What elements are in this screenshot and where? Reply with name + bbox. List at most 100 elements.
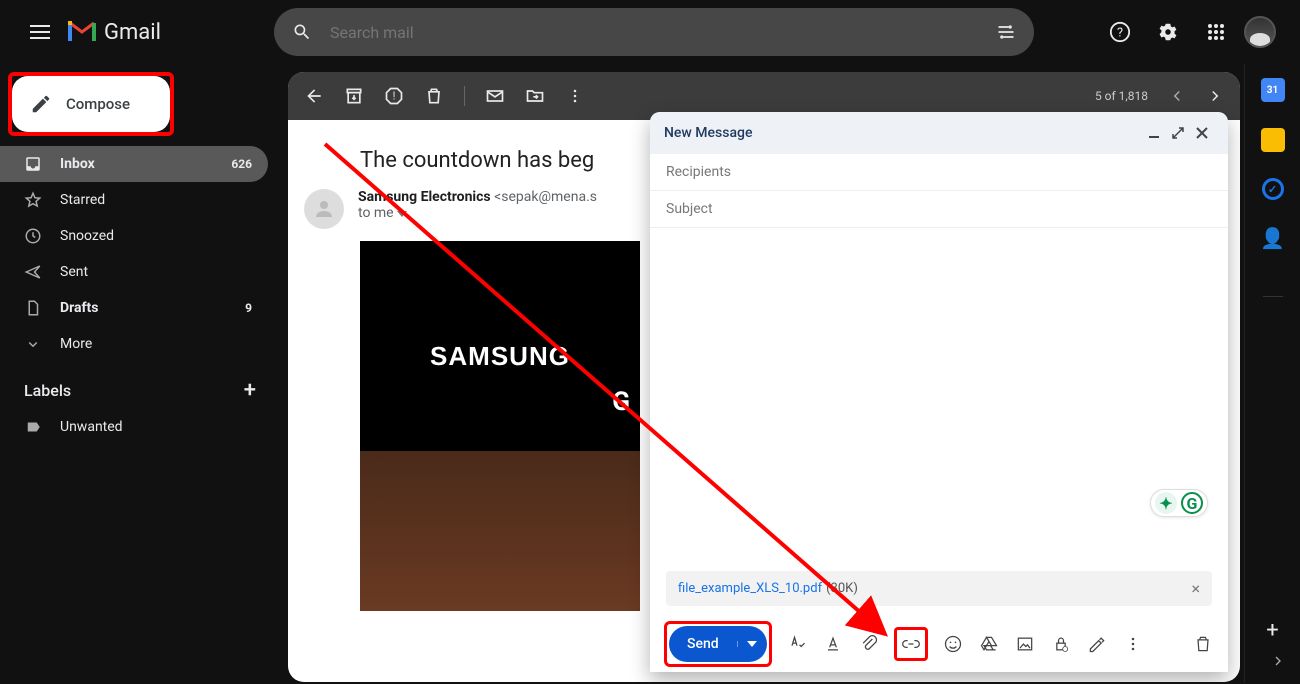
samsung-logo-text: SAMSUNG xyxy=(430,341,570,372)
recipient-line[interactable]: to me xyxy=(358,205,394,221)
toolbar-divider xyxy=(464,86,465,106)
sidebar-item-starred[interactable]: Starred xyxy=(0,182,268,218)
person-icon xyxy=(312,197,336,221)
mark-unread-button[interactable] xyxy=(485,86,505,106)
close-compose-button[interactable] xyxy=(1190,121,1214,145)
spam-button[interactable]: ! xyxy=(384,86,404,106)
attachment-size: (30K) xyxy=(826,581,858,596)
next-message-button[interactable] xyxy=(1206,87,1224,105)
compose-button[interactable]: Compose xyxy=(12,76,170,132)
sidebar-item-inbox[interactable]: Inbox 626 xyxy=(0,146,268,182)
main-menu-button[interactable] xyxy=(16,8,64,56)
minimize-button[interactable] xyxy=(1142,121,1166,145)
side-panel: 31 👤 + xyxy=(1244,64,1300,683)
insert-link-button[interactable] xyxy=(900,633,922,655)
pencil-icon xyxy=(30,93,52,115)
sidebar-item-label: More xyxy=(60,336,92,352)
more-actions-button[interactable] xyxy=(565,86,585,106)
spellcheck-button[interactable] xyxy=(786,633,808,655)
folder-move-icon xyxy=(525,86,545,106)
compose-more-button[interactable] xyxy=(1122,633,1144,655)
formatting-button[interactable] xyxy=(822,633,844,655)
grammarly-plus-icon: ✦ xyxy=(1155,492,1177,514)
search-icon[interactable] xyxy=(282,12,322,52)
contacts-addon[interactable]: 👤 xyxy=(1260,226,1285,250)
sidebar-item-sent[interactable]: Sent xyxy=(0,254,268,290)
prev-message-button[interactable] xyxy=(1168,87,1186,105)
sidebar-label-unwanted[interactable]: Unwanted xyxy=(0,409,268,445)
get-addons-button[interactable]: + xyxy=(1266,618,1278,643)
keep-addon[interactable] xyxy=(1261,128,1285,152)
sidebar-item-more[interactable]: More xyxy=(0,326,268,362)
dropdown-caret-icon[interactable] xyxy=(397,211,407,217)
fullscreen-button[interactable] xyxy=(1166,121,1190,145)
apps-button[interactable] xyxy=(1196,12,1236,52)
add-label-button[interactable]: + xyxy=(244,378,256,403)
more-vert-icon xyxy=(1123,634,1143,654)
send-options-dropdown[interactable] xyxy=(737,641,767,647)
svg-text:!: ! xyxy=(393,89,396,102)
discard-draft-button[interactable] xyxy=(1192,633,1214,655)
archive-icon xyxy=(344,86,364,106)
insert-drive-button[interactable] xyxy=(978,633,1000,655)
search-options-icon[interactable] xyxy=(986,12,1026,52)
file-icon xyxy=(24,299,42,317)
spam-icon: ! xyxy=(384,86,404,106)
calendar-addon[interactable]: 31 xyxy=(1261,78,1285,102)
format-icon xyxy=(823,634,843,654)
link-icon xyxy=(901,634,921,654)
email-body-image: SAMSUNG G xyxy=(360,241,640,611)
confidential-mode-button[interactable] xyxy=(1050,633,1072,655)
send-icon xyxy=(24,263,42,281)
link-highlight xyxy=(894,627,928,661)
grammarly-widget[interactable]: ✦ G xyxy=(1150,489,1208,517)
insert-emoji-button[interactable] xyxy=(942,633,964,655)
paperclip-icon xyxy=(859,634,879,654)
inbox-icon xyxy=(24,155,42,173)
drafts-count: 9 xyxy=(245,301,252,315)
account-avatar[interactable] xyxy=(1244,16,1276,48)
lock-clock-icon xyxy=(1051,634,1071,654)
settings-button[interactable] xyxy=(1148,12,1188,52)
chevron-down-icon xyxy=(24,335,42,353)
delete-button[interactable] xyxy=(424,86,444,106)
back-button[interactable] xyxy=(304,86,324,106)
sender-avatar[interactable] xyxy=(304,189,344,229)
sidebar-item-label: Unwanted xyxy=(60,419,123,435)
compose-label: Compose xyxy=(66,95,130,113)
attachment-name: file_example_XLS_10.pdf xyxy=(678,581,822,596)
sidebar-item-snoozed[interactable]: Snoozed xyxy=(0,218,268,254)
recipients-field[interactable]: Recipients xyxy=(650,154,1228,191)
attachment-chip[interactable]: file_example_XLS_10.pdf (30K) × xyxy=(666,571,1212,606)
subject-field[interactable]: Subject xyxy=(650,191,1228,228)
message-counter: 5 of 1,818 xyxy=(1095,89,1148,103)
emoji-icon xyxy=(943,634,963,654)
search-bar[interactable] xyxy=(274,8,1034,56)
chevron-right-icon xyxy=(1206,87,1224,105)
move-to-button[interactable] xyxy=(525,86,545,106)
send-button[interactable]: Send xyxy=(669,626,767,662)
sidebar-item-label: Snoozed xyxy=(60,228,114,244)
insert-signature-button[interactable] xyxy=(1086,633,1108,655)
inbox-count: 626 xyxy=(231,157,252,171)
sidebar-item-drafts[interactable]: Drafts 9 xyxy=(0,290,268,326)
star-icon xyxy=(24,191,42,209)
sidebar-item-label: Sent xyxy=(60,264,88,280)
attach-file-button[interactable] xyxy=(858,633,880,655)
compose-body[interactable]: ✦ G xyxy=(650,228,1228,571)
help-icon: ? xyxy=(1109,21,1131,43)
svg-text:?: ? xyxy=(1117,26,1123,41)
pen-icon xyxy=(1087,634,1107,654)
sender-email: <sepak@mena.s xyxy=(494,189,597,205)
search-input[interactable] xyxy=(322,23,986,42)
archive-button[interactable] xyxy=(344,86,364,106)
image-icon xyxy=(1015,634,1035,654)
gmail-logo[interactable]: Gmail xyxy=(64,20,274,45)
support-button[interactable]: ? xyxy=(1100,12,1140,52)
compose-highlight: Compose xyxy=(8,72,174,136)
chevron-right-icon xyxy=(1270,653,1286,669)
side-panel-toggle[interactable] xyxy=(1270,653,1286,669)
insert-photo-button[interactable] xyxy=(1014,633,1036,655)
remove-attachment-button[interactable]: × xyxy=(1191,579,1200,598)
tasks-addon[interactable] xyxy=(1262,178,1284,200)
